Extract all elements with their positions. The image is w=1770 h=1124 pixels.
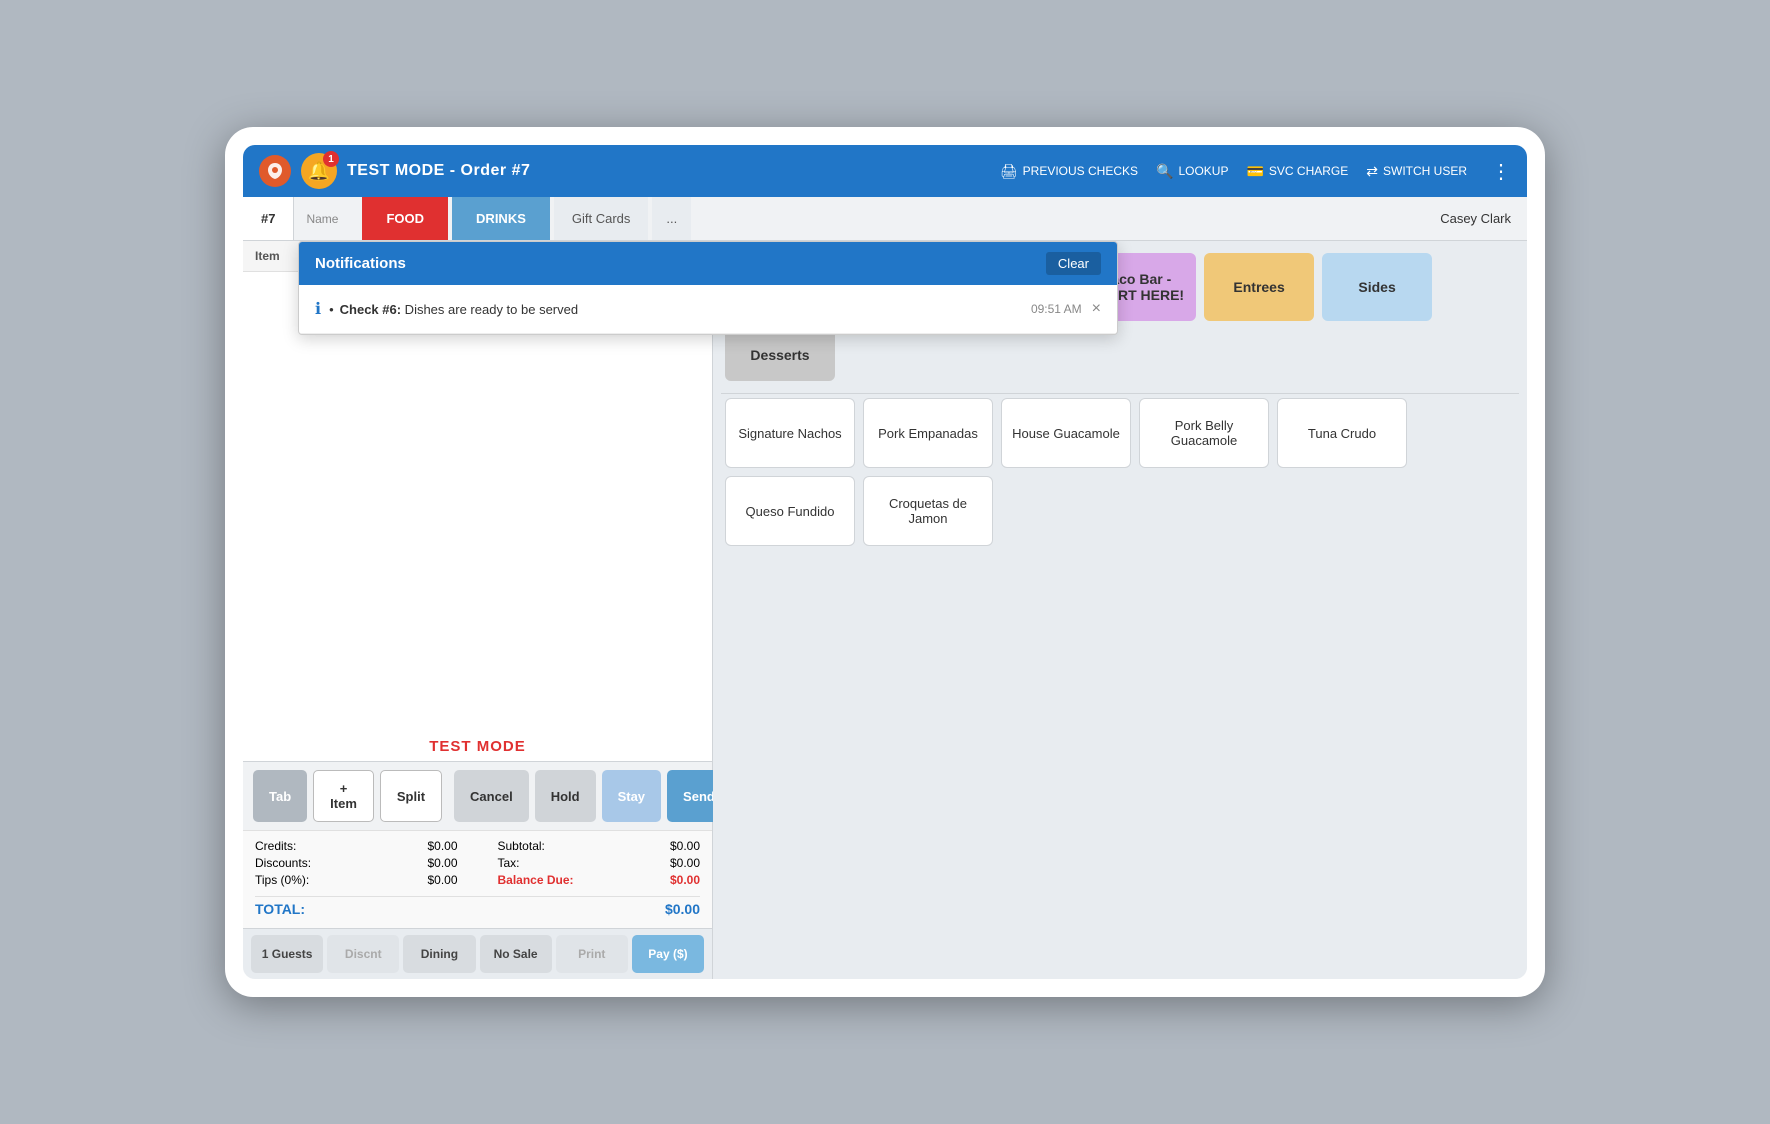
subtotal-value: $0.00 [670,839,700,853]
menu-item-pork-belly-guacamole[interactable]: Pork Belly Guacamole [1139,398,1269,468]
previous-checks-button[interactable]: 🖨 PREVIOUS CHECKS [1000,163,1138,180]
notification-bell[interactable]: 🔔 1 [301,153,337,189]
split-button[interactable]: Split [380,770,442,822]
notification-item: ℹ • Check #6: Dishes are ready to be ser… [299,285,1117,334]
discounts-value: $0.00 [427,856,457,870]
gift-cards-tab[interactable]: Gift Cards [554,197,649,240]
menu-item-pork-empanadas[interactable]: Pork Empanadas [863,398,993,468]
category-quick-tabs: FOOD DRINKS Gift Cards ... [362,197,691,240]
menu-item-house-guacamole[interactable]: House Guacamole [1001,398,1131,468]
stay-button[interactable]: Stay [602,770,661,822]
svc-charge-button[interactable]: 💳 SVC CHARGE [1246,163,1348,180]
menu-item-signature-nachos[interactable]: Signature Nachos [725,398,855,468]
notification-panel: Notifications Clear ℹ • Check #6: Dishes… [298,241,1118,335]
test-mode-banner: TEST MODE [243,732,712,761]
more-options-button[interactable]: ⋮ [1491,159,1511,184]
right-panel: Appetizers Salads Sandwiches Taco Bar -S… [713,241,1527,979]
svc-charge-icon: 💳 [1246,163,1263,180]
order-items-area [243,272,712,732]
category-desserts[interactable]: Desserts [725,329,835,381]
hold-button[interactable]: Hold [535,770,596,822]
tax-value: $0.00 [670,856,700,870]
order-actions: Tab + Item Split Cancel Hold Stay Send [243,761,712,830]
previous-checks-icon: 🖨 [1000,163,1018,180]
tips-label: Tips (0%): [255,873,309,887]
page-title: TEST MODE - Order #7 [347,162,530,180]
top-bar: 🔔 1 TEST MODE - Order #7 🖨 PREVIOUS CHEC… [243,145,1527,197]
menu-item-croquetas-de-jamon[interactable]: Croquetas de Jamon [863,476,993,546]
notification-header: Notifications Clear [299,242,1117,285]
pay-button[interactable]: Pay ($) [632,935,704,973]
menu-items-grid: Signature Nachos Pork Empanadas House Gu… [713,398,1527,558]
food-tab[interactable]: FOOD [362,197,448,240]
app-logo-icon [259,155,291,187]
top-bar-left: 🔔 1 TEST MODE - Order #7 [259,153,1000,189]
notification-message: Check #6: Dishes are ready to be served [340,302,1015,317]
lookup-icon: 🔍 [1156,163,1173,180]
check-name-label: Name [294,197,350,240]
notification-clear-button[interactable]: Clear [1046,252,1101,275]
more-tabs-button[interactable]: ... [652,197,691,240]
credits-label: Credits: [255,839,296,853]
notification-close-button[interactable]: × [1092,300,1101,318]
top-bar-right: 🖨 PREVIOUS CHECKS 🔍 LOOKUP 💳 SVC CHARGE … [1000,159,1511,184]
tips-value: $0.00 [427,873,457,887]
left-panel: Item Qty Price TEST MODE Tab + Item Spli… [243,241,713,979]
check-tab-7[interactable]: #7 [243,197,294,240]
notification-badge: 1 [323,151,339,167]
check-tabs-row: #7 Name FOOD DRINKS Gift Cards ... [243,197,1527,241]
switch-user-button[interactable]: ⇄ SWITCH USER [1366,163,1467,180]
dining-button[interactable]: Dining [403,935,475,973]
balance-due-value: $0.00 [670,873,700,887]
tax-label: Tax: [498,856,520,870]
no-sale-button[interactable]: No Sale [480,935,552,973]
discnt-button: Discnt [327,935,399,973]
menu-item-tuna-crudo[interactable]: Tuna Crudo [1277,398,1407,468]
tab-button[interactable]: Tab [253,770,307,822]
total-value: $0.00 [665,901,700,917]
cancel-button[interactable]: Cancel [454,770,529,822]
menu-item-queso-fundido[interactable]: Queso Fundido [725,476,855,546]
cashier-name: Casey Clark [1424,197,1527,240]
total-label: TOTAL: [255,901,305,917]
category-sides[interactable]: Sides [1322,253,1432,321]
subtotal-label: Subtotal: [498,839,545,853]
add-item-button[interactable]: + Item [313,770,374,822]
credits-value: $0.00 [427,839,457,853]
drinks-tab[interactable]: DRINKS [452,197,550,240]
divider [721,393,1519,394]
notification-time: 09:51 AM [1031,302,1082,316]
balance-due-label: Balance Due: [498,873,574,887]
notification-info-icon: ℹ [315,299,321,319]
notification-title: Notifications [315,255,406,272]
check-tab-number: #7 [261,211,275,226]
guests-button[interactable]: 1 Guests [251,935,323,973]
bottom-actions: 1 Guests Discnt Dining No Sale Print Pay… [243,928,712,979]
switch-user-icon: ⇄ [1366,163,1378,180]
main-content: Item Qty Price TEST MODE Tab + Item Spli… [243,241,1527,979]
category-entrees[interactable]: Entrees [1204,253,1314,321]
print-button: Print [556,935,628,973]
discounts-label: Discounts: [255,856,311,870]
lookup-button[interactable]: 🔍 LOOKUP [1156,163,1228,180]
order-summary: Credits: $0.00 Discounts: $0.00 Tips (0%… [243,830,712,928]
